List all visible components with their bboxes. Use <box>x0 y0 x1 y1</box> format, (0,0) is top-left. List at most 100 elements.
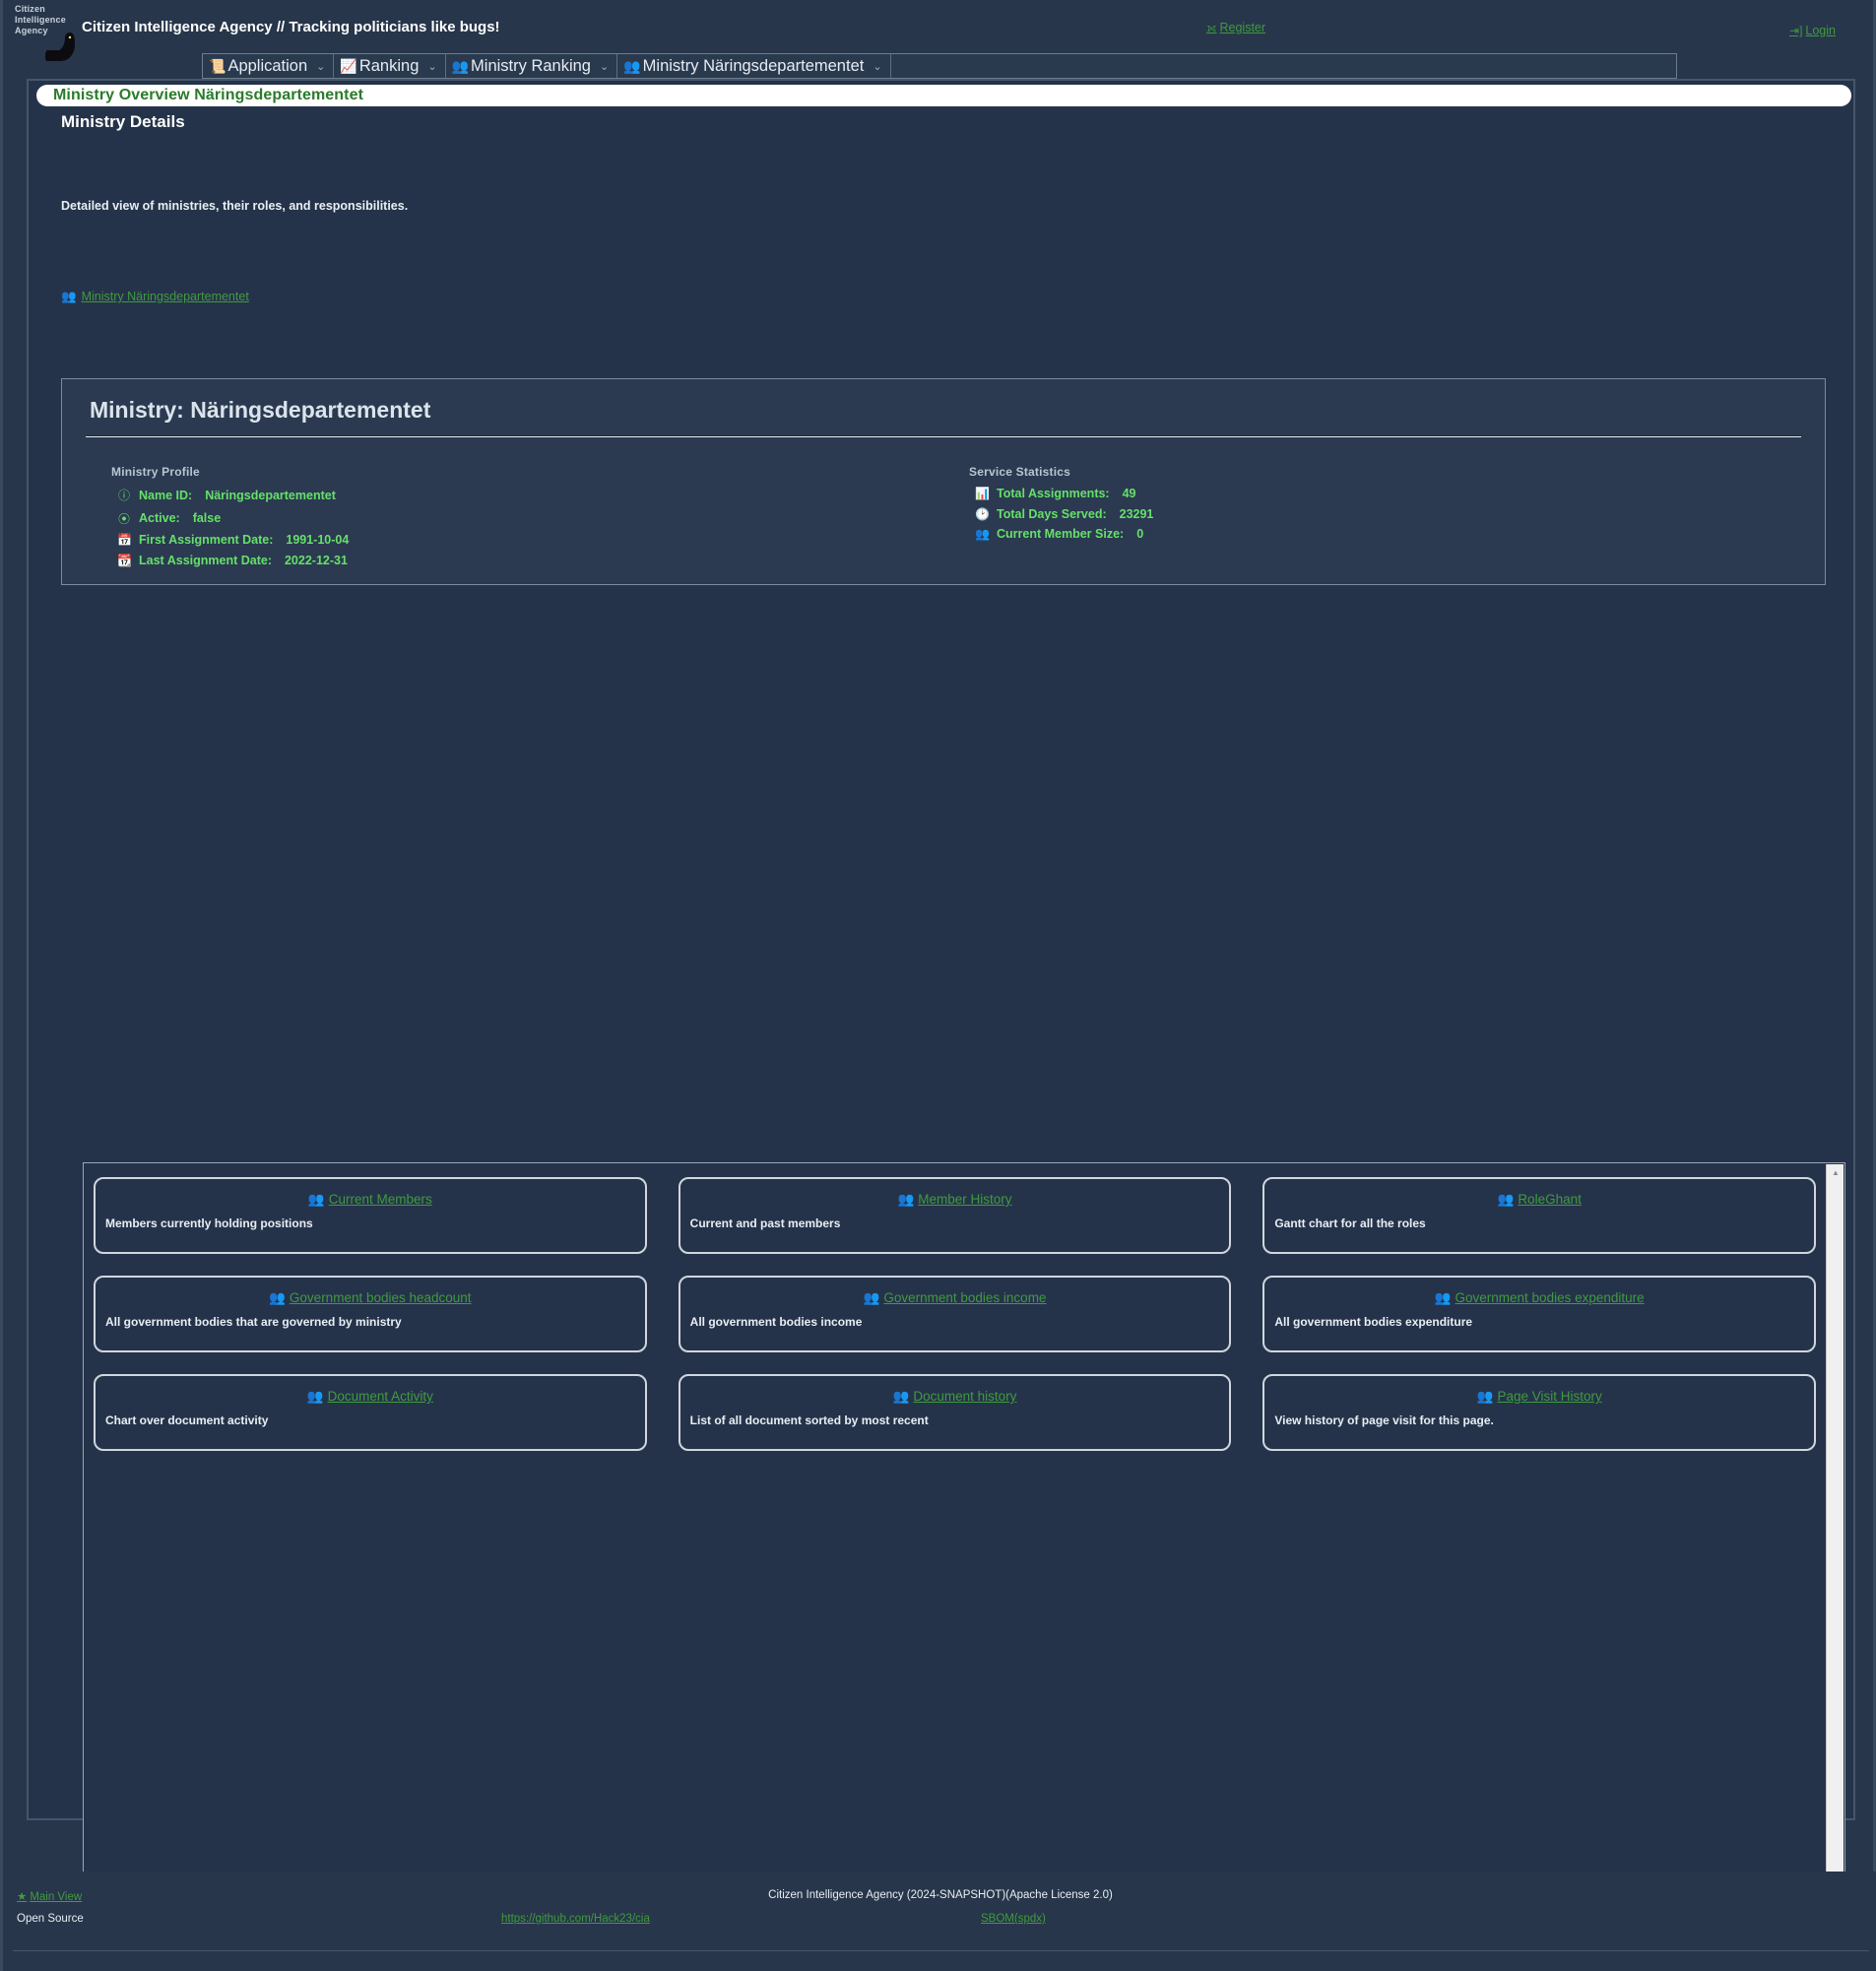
link-card-grid: 👥 Current Members Members currently holdi… <box>84 1163 1826 1926</box>
swan-logo-icon <box>45 33 75 61</box>
login-icon: ⇥] <box>1789 24 1803 37</box>
menu-label-ministry-ranking: Ministry Ranking <box>471 56 591 75</box>
service-statistics-column: Service Statistics 📊 Total Assignments: … <box>943 465 1801 573</box>
menu-item-application[interactable]: 📜 Application ⌄ <box>203 54 335 78</box>
page-container: Ministry Overview Näringsdepartementet M… <box>27 79 1855 1945</box>
page-title-bar: Ministry Overview Näringsdepartementet <box>36 85 1851 106</box>
card-desc-government-bodies-headcount: All government bodies that are governed … <box>105 1315 402 1329</box>
document-icon: 📜 <box>209 57 226 74</box>
card-row-2: 👥 Government bodies headcount All governm… <box>94 1276 1817 1352</box>
main-menu-bar: 📜 Application ⌄ 📈 Ranking ⌄ 👥 Ministry R… <box>202 53 1677 79</box>
people-icon: 👥 <box>623 57 641 74</box>
stat-value-current-member-size: 0 <box>1136 527 1144 541</box>
ministry-profile-column: Ministry Profile ⓘ Name ID: Näringsdepar… <box>86 465 943 573</box>
card-title-government-bodies-income: 👥 Government bodies income <box>680 1290 1230 1306</box>
menu-label-ranking: Ranking <box>358 56 420 75</box>
card-row-1: 👥 Current Members Members currently holdi… <box>94 1177 1817 1254</box>
sbom-link[interactable]: SBOM(spdx) <box>981 1913 1046 1925</box>
card-member-history[interactable]: 👥 Member History Current and past members <box>678 1177 1232 1254</box>
card-link-roleghant[interactable]: RoleGhant <box>1518 1192 1582 1207</box>
card-document-activity[interactable]: 👥 Document Activity Chart over document a… <box>94 1374 647 1451</box>
card-title-document-activity: 👥 Document Activity <box>96 1389 645 1405</box>
card-title-current-members: 👥 Current Members <box>96 1192 645 1208</box>
card-roleghant[interactable]: 👥 RoleGhant Gantt chart for all the roles <box>1262 1177 1817 1254</box>
card-government-bodies-expenditure[interactable]: 👥 Government bodies expenditure All gover… <box>1262 1276 1817 1352</box>
copyright-text: Citizen Intelligence Agency (2024-SNAPSH… <box>768 1889 1113 1901</box>
card-current-members[interactable]: 👥 Current Members Members currently holdi… <box>94 1177 647 1254</box>
section-heading: Ministry Details <box>61 112 185 131</box>
card-desc-page-visit-history: View history of page visit for this page… <box>1274 1413 1494 1427</box>
menu-item-ministry-ranking[interactable]: 👥 Ministry Ranking ⌄ <box>446 54 618 78</box>
card-desc-current-members: Members currently holding positions <box>105 1216 313 1230</box>
card-desc-member-history: Current and past members <box>689 1216 841 1230</box>
card-row-3: 👥 Document Activity Chart over document a… <box>94 1374 1817 1451</box>
shuffle-icon: ⟗ <box>1206 21 1217 34</box>
bar-chart-icon: 📊 <box>975 487 990 500</box>
calendar-clock-icon: 📆 <box>117 553 132 567</box>
card-link-government-bodies-expenditure[interactable]: Government bodies expenditure <box>1456 1290 1645 1305</box>
ministry-detail-panel: Ministry: Näringsdepartementet Ministry … <box>61 378 1826 585</box>
card-government-bodies-income[interactable]: 👥 Government bodies income All government… <box>678 1276 1232 1352</box>
people-icon: 👥 <box>1476 1389 1494 1404</box>
card-title-page-visit-history: 👥 Page Visit History <box>1264 1389 1814 1405</box>
login-label: Login <box>1805 24 1836 37</box>
card-link-page-visit-history[interactable]: Page Visit History <box>1497 1389 1601 1404</box>
menu-label-ministry: Ministry Näringsdepartementet <box>642 56 865 75</box>
card-link-government-bodies-income[interactable]: Government bodies income <box>883 1290 1046 1305</box>
people-icon: 👥 <box>897 1192 915 1207</box>
open-source-label: Open Source <box>17 1913 84 1925</box>
profile-row-name-id: ⓘ Name ID: Näringsdepartementet <box>111 487 943 503</box>
breadcrumb[interactable]: 👥 Ministry Näringsdepartementet <box>61 290 249 304</box>
card-link-document-activity[interactable]: Document Activity <box>328 1389 433 1404</box>
people-icon: 👥 <box>269 1290 286 1305</box>
register-link[interactable]: ⟗ Register <box>1206 21 1265 35</box>
scroll-up-arrow-icon[interactable]: ▲ <box>1827 1164 1844 1181</box>
stat-label-total-assignments: Total Assignments: <box>997 487 1110 500</box>
footer-divider <box>13 1950 1869 1951</box>
page-title: Ministry Overview Näringsdepartementet <box>53 87 364 103</box>
card-title-government-bodies-headcount: 👥 Government bodies headcount <box>96 1290 645 1306</box>
profile-value-name-id: Näringsdepartementet <box>205 488 336 502</box>
login-link[interactable]: ⇥] Login <box>1789 24 1836 37</box>
menu-label-application: Application <box>227 56 308 75</box>
card-government-bodies-headcount[interactable]: 👥 Government bodies headcount All governm… <box>94 1276 647 1352</box>
github-link[interactable]: https://github.com/Hack23/cia <box>501 1913 650 1925</box>
service-statistics-heading: Service Statistics <box>969 465 1070 479</box>
menu-item-ranking[interactable]: 📈 Ranking ⌄ <box>334 54 446 78</box>
bug-icon: ⦿ <box>117 511 130 526</box>
people-icon: 👥 <box>1497 1192 1515 1207</box>
card-document-history[interactable]: 👥 Document history List of all document s… <box>678 1374 1232 1451</box>
page-footer: ★ Main View Citizen Intelligence Agency (… <box>3 1872 1876 1971</box>
clock-icon: 🕑 <box>975 506 990 521</box>
chevron-down-icon: ⌄ <box>873 60 882 73</box>
profile-value-first-assignment: 1991-10-04 <box>286 533 350 547</box>
section-description: Detailed view of ministries, their roles… <box>61 199 409 213</box>
card-desc-roleghant: Gantt chart for all the roles <box>1274 1216 1426 1230</box>
card-link-document-history[interactable]: Document history <box>913 1389 1016 1404</box>
card-link-current-members[interactable]: Current Members <box>329 1192 432 1207</box>
people-icon: 👥 <box>1434 1290 1452 1305</box>
main-view-link[interactable]: ★ Main View <box>17 1889 82 1903</box>
stat-value-total-assignments: 49 <box>1122 487 1136 500</box>
card-desc-government-bodies-expenditure: All government bodies expenditure <box>1274 1315 1473 1329</box>
profile-label-last-assignment: Last Assignment Date: <box>139 553 272 567</box>
card-title-roleghant: 👥 RoleGhant <box>1264 1192 1814 1208</box>
profile-row-first-assignment: 📅 First Assignment Date: 1991-10-04 <box>111 533 943 547</box>
breadcrumb-label: Ministry Näringsdepartementet <box>81 290 249 303</box>
people-icon: 👥 <box>975 527 990 541</box>
card-link-government-bodies-headcount[interactable]: Government bodies headcount <box>290 1290 472 1305</box>
card-title-government-bodies-expenditure: 👥 Government bodies expenditure <box>1264 1290 1814 1306</box>
card-title-member-history: 👥 Member History <box>680 1192 1230 1208</box>
stat-row-total-assignments: 📊 Total Assignments: 49 <box>969 487 1801 500</box>
top-banner: Citizen Intelligence Agency Citizen Inte… <box>3 0 1873 79</box>
brand-title: Citizen Intelligence Agency // Tracking … <box>82 19 500 35</box>
calendar-icon: 📅 <box>117 533 132 547</box>
chevron-down-icon: ⌄ <box>427 60 437 73</box>
vertical-scrollbar[interactable]: ▲ ▼ <box>1826 1164 1844 1926</box>
profile-row-active: ⦿ Active: false <box>111 510 943 527</box>
card-link-member-history[interactable]: Member History <box>918 1192 1011 1207</box>
chevron-down-icon: ⌄ <box>600 60 610 73</box>
card-page-visit-history[interactable]: 👥 Page Visit History View history of page… <box>1262 1374 1817 1451</box>
profile-row-last-assignment: 📆 Last Assignment Date: 2022-12-31 <box>111 554 943 567</box>
menu-item-ministry-naringsdepartementet[interactable]: 👥 Ministry Näringsdepartementet ⌄ <box>617 54 891 78</box>
